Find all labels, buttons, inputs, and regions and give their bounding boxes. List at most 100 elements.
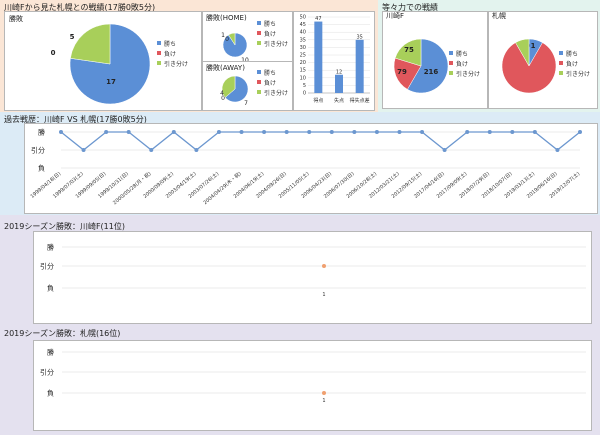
overall-pie-legend: 勝ち 負け 引き分け [157,38,188,68]
legend-draw: 引き分け [449,68,480,78]
data-point [420,130,425,134]
data-point [126,130,131,134]
bar-value-label: 35 [356,34,362,40]
away-pie-legend: 勝ち 負け 引き分け [257,67,288,97]
legend-loss: 負け [257,28,288,38]
win-swatch-icon [449,51,453,55]
loss-swatch-icon [157,51,161,55]
legend-loss: 負け [449,58,480,68]
data-point [487,130,492,134]
overall-pie-panel: 勝敗 17 0 5 勝ち 負け 引き分け [4,11,202,111]
x-tick-label: 1 [322,292,325,298]
win-swatch-icon [257,21,261,25]
bar-category-label: 得失点差 [350,97,370,104]
pie-label-2: 4 [220,90,224,97]
y-axis-label: 勝 [47,243,54,252]
data-point [322,264,326,268]
y-axis-label: 勝 [47,348,54,357]
home-pie-panel: 勝敗(HOME) 10 0 1 勝ち 負け 引き分け [202,11,293,62]
pie-label-1: 79 [397,68,407,76]
data-point [555,148,560,152]
series-line [60,131,581,151]
win-swatch-icon [559,51,563,55]
season-sapporo-panel: 勝引分負 1 [33,340,592,431]
legend-win: 勝ち [157,38,188,48]
legend-draw: 引き分け [257,87,288,97]
season-sapporo-chart: 勝引分負 1 [40,348,586,404]
season-kawasaki-panel: 勝引分負 1 [33,231,592,324]
legend-win: 勝ち [559,48,590,58]
data-point [322,391,326,395]
data-point [397,130,402,134]
todoroki-kawasaki-panel: 川崎F 216 79 75 勝ち 負け 引き分け [382,11,488,109]
goals-bar-chart: 05101520253035404550 47得点12失点35得失点差 [300,15,370,104]
bar-ytick: 50 [300,15,306,21]
legend-loss: 負け [257,77,288,87]
pie-label-0: 7 [244,100,248,107]
bar-ytick: 25 [300,53,306,59]
data-point [352,130,357,134]
pie-label-2: 75 [404,46,414,54]
pie-label-2: 5 [70,33,75,41]
y-axis-label: 勝 [38,128,45,137]
win-swatch-icon [257,70,261,74]
bar-ytick: 35 [300,37,306,43]
data-point [194,148,199,152]
todoroki-sapporo-legend: 勝ち 負け 引き分け [559,48,590,78]
data-point [329,130,334,134]
pie-label-1: 0 [225,36,229,43]
pie-label-2: 1 [221,32,225,39]
legend-win: 勝ち [257,67,288,77]
away-pie-panel: 勝敗(AWAY) 704 勝ち 負け 引き分け [202,61,293,111]
data-point [149,148,154,152]
data-point [510,130,515,134]
pie-label-0: 216 [424,68,439,76]
data-point [171,130,176,134]
data-point [442,148,447,152]
bar-category-label: 得点 [313,97,323,104]
bar-ytick: 0 [303,91,306,97]
loss-swatch-icon [559,61,563,65]
y-axis-label: 引分 [31,146,45,155]
bar-ytick: 40 [300,30,306,36]
x-tick-label: 1 [322,398,325,404]
season-sapporo-header: 2019シーズン勝敗：札幌(16位) [4,329,121,338]
bar-value-label: 12 [336,69,342,75]
home-pie-legend: 勝ち 負け 引き分け [257,18,288,48]
data-point [81,148,86,152]
bar-ytick: 30 [300,45,306,51]
history-line-chart: 勝引分負1999/04/18(日)1999/07/03(土)1999/09/05… [30,128,582,206]
legend-win: 勝ち [257,18,288,28]
pie-label-1: 0 [51,49,56,57]
pie-label-2: 1 [531,42,536,50]
y-axis-label: 負 [47,389,54,398]
draw-swatch-icon [257,41,261,45]
data-point [239,130,244,134]
bar-2 [355,39,364,93]
legend-draw: 引き分け [157,58,188,68]
bar-ytick: 15 [300,68,306,74]
y-axis-label: 引分 [40,262,54,271]
draw-swatch-icon [157,61,161,65]
legend-loss: 負け [157,48,188,58]
bar-value-label: 47 [315,16,321,22]
bar-0 [314,21,323,94]
legend-draw: 引き分け [257,38,288,48]
bar-ytick: 45 [300,22,306,28]
data-point [216,130,221,134]
pie-label-0: 17 [106,78,116,86]
data-point [578,130,582,134]
draw-swatch-icon [449,71,453,75]
bar-ytick: 20 [300,60,306,66]
loss-swatch-icon [257,31,261,35]
data-point [465,130,470,134]
goals-bar-panel: 0 5 10 15 20 25 30 35 40 45 50 47 得点 12 失点 35 得失点差 [293,11,375,111]
data-point [262,130,267,134]
legend-win: 勝ち [449,48,480,58]
pie-slice-2 [70,23,111,65]
draw-swatch-icon [559,71,563,75]
legend-loss: 負け [559,58,590,68]
loss-swatch-icon [257,80,261,84]
legend-draw: 引き分け [559,68,590,78]
data-point [59,130,63,134]
